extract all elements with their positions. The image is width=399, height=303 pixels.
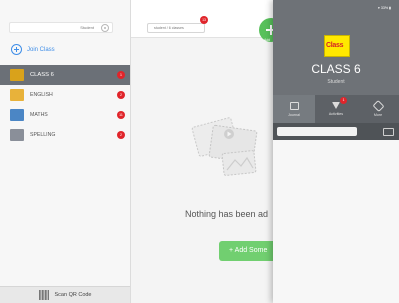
class-item-label: CLASS 6 — [30, 72, 54, 78]
student-selector[interactable]: Student — [9, 22, 113, 33]
notification-badge: 2 — [117, 131, 125, 139]
notification-badge: 2 — [117, 91, 125, 99]
notification-badge: 1 — [340, 97, 347, 104]
class-item-label: MATHS — [30, 112, 48, 118]
class-thumbnail — [10, 129, 24, 141]
class-thumbnail — [10, 109, 24, 121]
class-item-label: ENGLISH — [30, 92, 53, 98]
plus-circle-icon — [11, 44, 22, 55]
class-item-spelling[interactable]: SPELLING 2 — [0, 125, 130, 145]
class-logo: Class — [324, 35, 350, 57]
class-panel-header: ▾ 33% ▮ Class CLASS 6 Student — [273, 0, 399, 95]
join-class-button[interactable]: Join Class — [11, 44, 55, 55]
filter-icon — [332, 102, 340, 109]
add-button-label: Add — [264, 38, 271, 42]
folder-icon[interactable] — [383, 128, 394, 136]
class-thumbnail — [10, 89, 24, 101]
journal-entry-preview[interactable] — [277, 127, 357, 136]
tab-more[interactable]: More — [357, 95, 399, 123]
app-root: 20:17 Mon 16 Mar Student Join Class CLAS… — [0, 0, 399, 303]
tab-label: More — [373, 112, 383, 117]
class-panel: ▾ 33% ▮ Class CLASS 6 Student Journal Ac… — [273, 0, 399, 303]
student-class-tab[interactable]: student / 6 classes — [147, 23, 205, 33]
student-label: Student — [80, 25, 94, 30]
tab-label: Journal — [288, 112, 300, 117]
class-list: CLASS 6 1 ENGLISH 2 MATHS 11 SPELLING 2 — [0, 65, 130, 145]
class-item-maths[interactable]: MATHS 11 — [0, 105, 130, 125]
scan-qr-label: Scan QR Code — [54, 292, 92, 298]
badge-count: 1 — [342, 98, 345, 102]
class-panel-tabs: Journal Activities 1 More — [273, 95, 399, 123]
empty-state-illustration — [191, 117, 258, 176]
notification-badge: 13 — [200, 16, 208, 24]
class-item-label: SPELLING — [30, 132, 56, 138]
class-item-class-6[interactable]: CLASS 6 1 — [0, 65, 130, 85]
notification-badge: 11 — [117, 111, 125, 119]
gear-icon[interactable] — [101, 24, 109, 32]
journal-icon — [289, 101, 299, 110]
sidebar: Student Join Class CLASS 6 1 ENGLISH 2 M… — [0, 0, 131, 303]
tag-icon — [371, 99, 385, 112]
class-logo-text: Class — [326, 42, 344, 49]
battery-status: ▾ 33% ▮ — [378, 6, 391, 10]
class-item-english[interactable]: ENGLISH 2 — [0, 85, 130, 105]
qr-code-icon — [38, 290, 49, 300]
tab-activities[interactable]: Activities 1 — [315, 95, 357, 123]
class-subtitle: Student — [327, 79, 345, 85]
class-panel-strip — [273, 123, 399, 140]
tab-journal[interactable]: Journal — [273, 95, 315, 123]
notification-badge: 1 — [117, 71, 125, 79]
empty-state-title: Nothing has been ad — [185, 209, 269, 219]
tab-label: Activities — [328, 112, 344, 116]
join-class-label: Join Class — [27, 46, 55, 53]
class-thumbnail — [10, 69, 24, 81]
scan-qr-button[interactable]: Scan QR Code — [0, 286, 130, 303]
class-title: CLASS 6 — [311, 62, 361, 76]
